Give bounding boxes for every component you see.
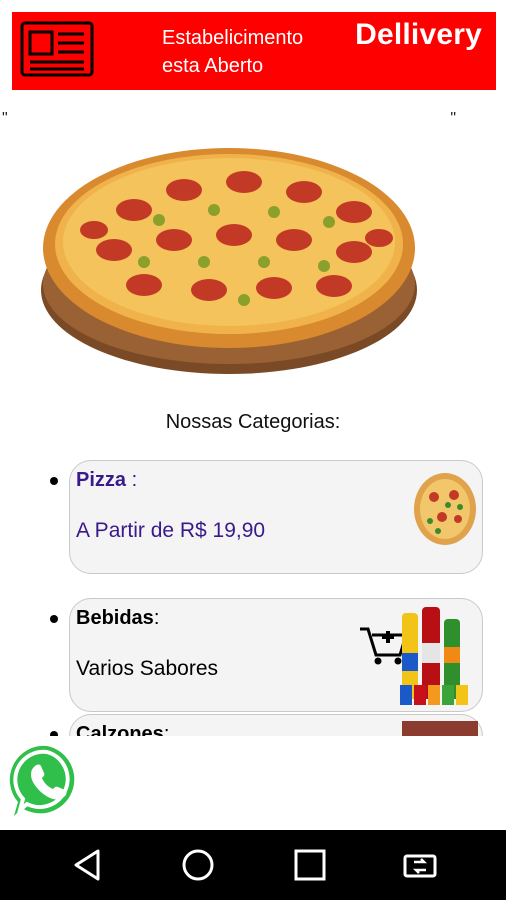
back-triangle-icon[interactable]: [70, 847, 106, 883]
whatsapp-icon[interactable]: [8, 742, 86, 820]
store-status: Estabelicimento esta Aberto: [162, 24, 352, 80]
store-status-line2: esta Aberto: [162, 55, 264, 77]
category-name-text: Calzones: [76, 723, 164, 736]
category-card-pizza[interactable]: Pizza : A Partir de R$ 19,90: [50, 460, 483, 574]
recents-square-icon[interactable]: [292, 847, 328, 883]
category-name-text: Pizza: [76, 469, 127, 491]
pepperoni-pizza-image: [41, 148, 417, 374]
list-bullet: [50, 477, 58, 485]
category-name-separator: :: [126, 469, 138, 491]
home-circle-icon[interactable]: [180, 847, 216, 883]
list-bullet: [50, 731, 58, 736]
store-status-line1: Estabelicimento: [162, 27, 304, 49]
category-card-calzones[interactable]: Calzones:: [50, 714, 483, 736]
newspaper-icon[interactable]: [18, 20, 96, 78]
category-card-bebidas[interactable]: Bebidas: Varios Sabores: [50, 598, 483, 712]
category-name: Pizza :: [76, 469, 137, 492]
app-header: Estabelicimento esta Aberto Dellivery: [12, 12, 496, 90]
rotate-screen-icon[interactable]: [402, 847, 438, 883]
quote-mark-left: ": [2, 110, 8, 127]
category-subtitle: A Partir de R$ 19,90: [76, 519, 266, 542]
quote-mark-right: ": [450, 110, 456, 127]
pizza-thumbnail: [414, 473, 476, 545]
category-name-separator: :: [153, 607, 160, 629]
category-name: Calzones:: [76, 723, 169, 736]
system-navigation-bar: [0, 830, 506, 900]
list-bullet: [50, 615, 58, 623]
drinks-with-cart-thumbnail: [360, 607, 468, 705]
categories-title: Nossas Categorias:: [165, 411, 341, 433]
category-name-separator: :: [163, 723, 170, 736]
category-list: Pizza : A Partir de R$ 19,90 Bebidas: Va…: [0, 460, 506, 736]
category-name: Bebidas:: [76, 607, 159, 630]
category-name-text: Bebidas: [76, 607, 154, 629]
calzone-thumbnail: [402, 721, 478, 736]
category-subtitle: Varios Sabores: [76, 657, 219, 680]
brand-title: Dellivery: [355, 18, 482, 51]
